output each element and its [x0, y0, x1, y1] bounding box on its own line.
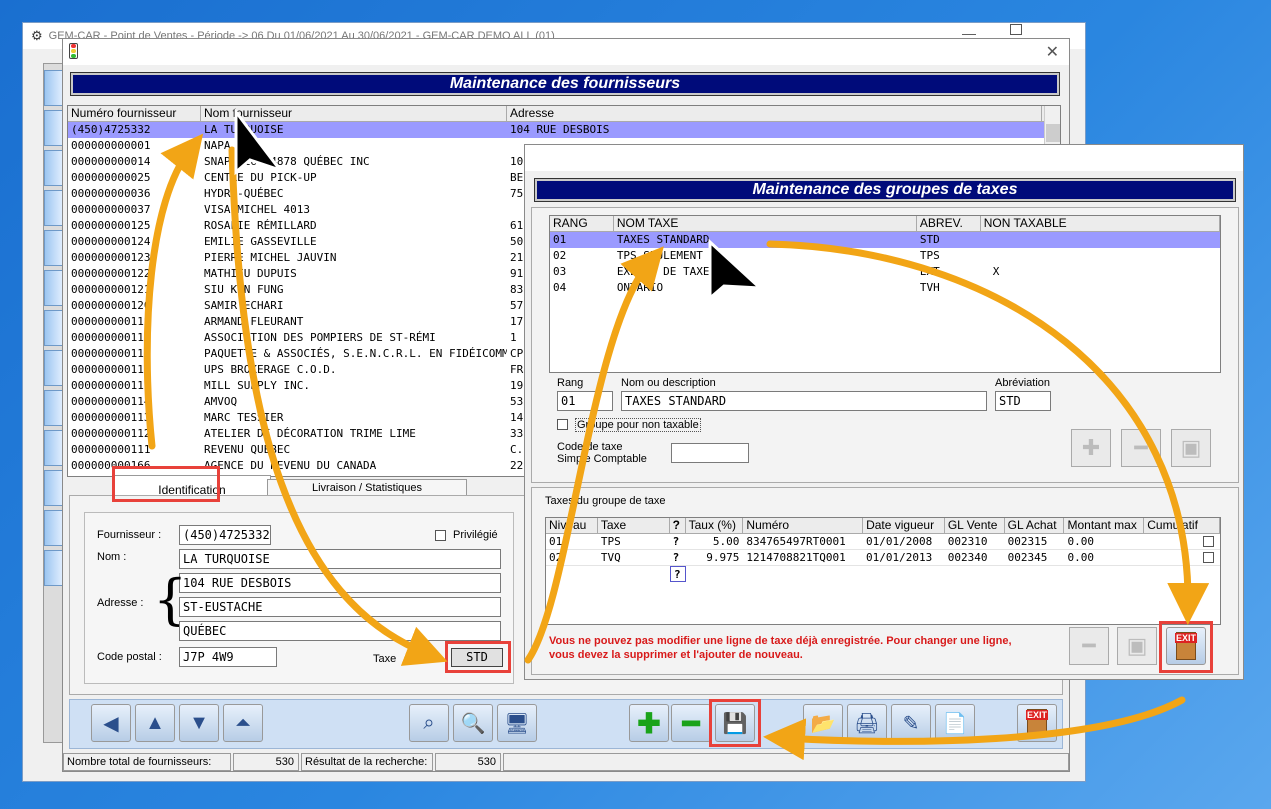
arrow-to-tax-list	[524, 246, 664, 664]
arrow-to-supplier-name	[143, 133, 204, 450]
mouse-cursor-icon	[234, 107, 765, 302]
arrow-to-taxe-button	[228, 146, 448, 666]
arrow-to-tax-exit	[766, 240, 1210, 625]
arrow-to-save-button	[763, 696, 1186, 761]
tutorial-arrows	[143, 107, 1210, 761]
desktop: { "app": {"title": "GEM-CAR - Point de V…	[0, 0, 1271, 809]
